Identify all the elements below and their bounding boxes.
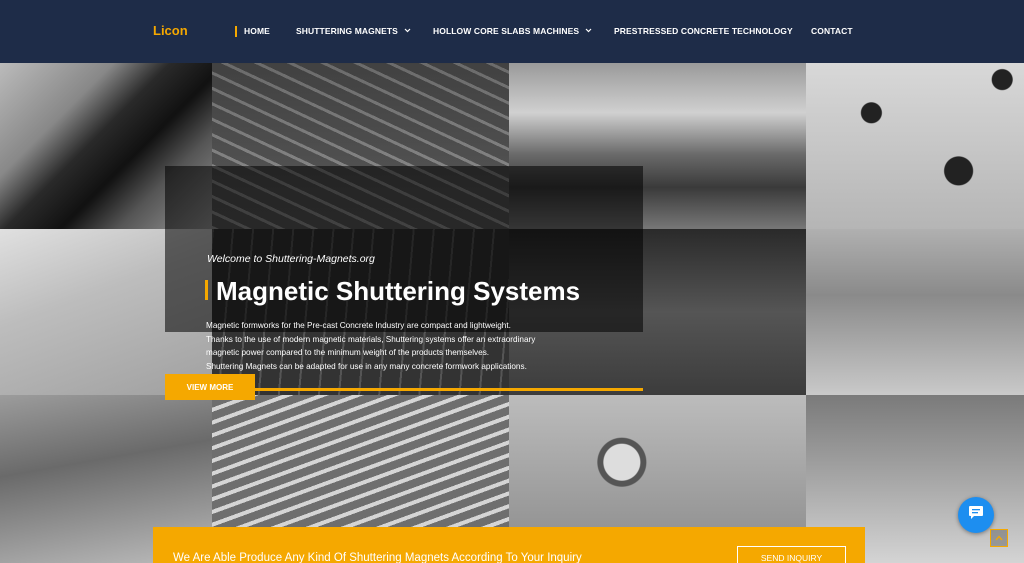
photo-magnet-plates — [806, 63, 1024, 229]
hero-title-accent — [205, 280, 208, 300]
chat-bubble-icon — [968, 505, 984, 525]
nav-item-label: CONTACT — [811, 26, 853, 36]
chat-button[interactable] — [958, 497, 994, 533]
hero-title: Magnetic Shuttering Systems — [216, 276, 581, 306]
hero-description-line: Shuttering Magnets can be adapted for us… — [206, 361, 527, 371]
nav-item-hollow-core-slabs-machines[interactable]: HOLLOW CORE SLABS MACHINES — [433, 26, 592, 36]
hero-accent-line — [255, 388, 643, 391]
hero-description-line: Magnetic formworks for the Pre-cast Conc… — [206, 321, 511, 330]
nav-item-shuttering-magnets[interactable]: SHUTTERING MAGNETS — [296, 26, 411, 36]
nav-item-label: SHUTTERING MAGNETS — [296, 26, 398, 36]
nav-item-label: PRESTRESSED CONCRETE TECHNOLOGY — [614, 26, 793, 36]
hero-description-line: magnetic power compared to the minimum w… — [206, 348, 490, 357]
hero-description: Magnetic formworks for the Pre-cast Conc… — [206, 319, 596, 373]
nav-item-label: HOME — [244, 26, 270, 36]
hero-description-line: Thanks to the use of modern magnetic mat… — [206, 334, 536, 344]
inquiry-banner: We Are Able Produce Any Kind Of Shutteri… — [153, 527, 865, 563]
nav-item-label: HOLLOW CORE SLABS MACHINES — [433, 26, 580, 36]
arrow-up-icon — [995, 533, 1003, 543]
back-to-top-button[interactable] — [990, 529, 1008, 547]
main-nav: HOME SHUTTERING MAGNETS HOLLOW CORE SLAB… — [235, 24, 875, 38]
inquiry-banner-text: We Are Able Produce Any Kind Of Shutteri… — [173, 552, 582, 563]
hero-welcome: Welcome to Shuttering-Magnets.org — [207, 253, 375, 265]
nav-item-home[interactable]: HOME — [244, 26, 270, 36]
site-header: Licon HOME SHUTTERING MAGNETS HOLLOW COR… — [0, 0, 1024, 63]
view-more-button[interactable]: VIEW MORE — [165, 374, 255, 400]
hero-overlay — [165, 166, 643, 332]
chevron-down-icon — [585, 28, 592, 35]
site-logo[interactable]: Licon — [153, 23, 188, 38]
nav-separator — [235, 26, 237, 37]
send-inquiry-button[interactable]: SEND INQUIRY — [737, 546, 846, 563]
nav-item-contact[interactable]: CONTACT — [811, 26, 853, 36]
photo-magnet-bracket — [806, 229, 1024, 395]
chevron-down-icon — [404, 28, 411, 35]
nav-item-prestressed-concrete-technology[interactable]: PRESTRESSED CONCRETE TECHNOLOGY — [614, 26, 793, 36]
